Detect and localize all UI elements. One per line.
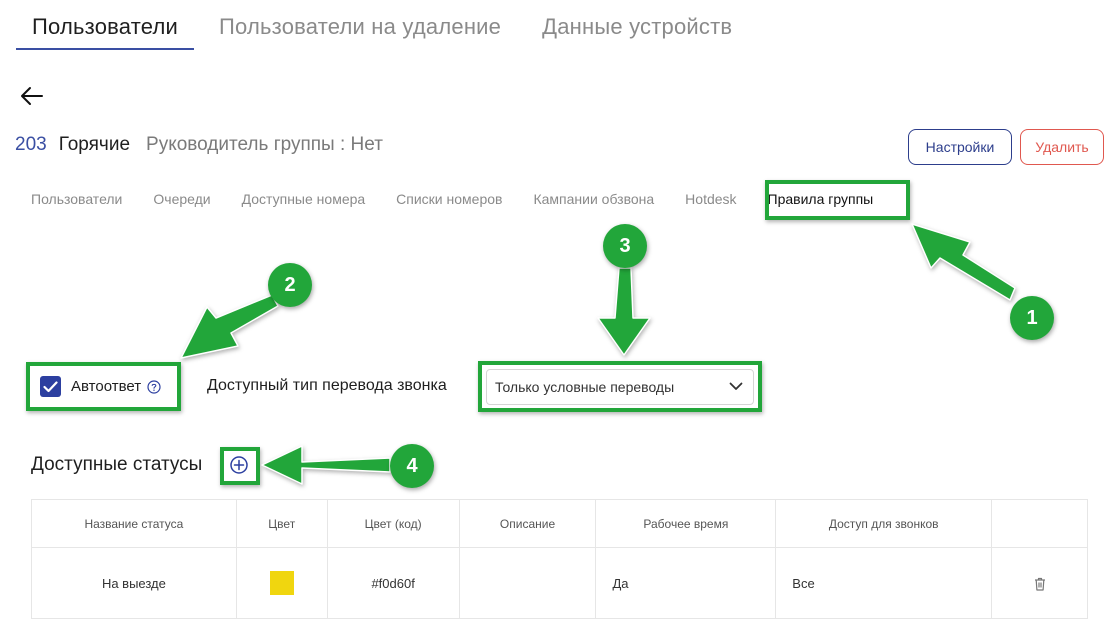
trash-icon[interactable] <box>1034 577 1046 591</box>
checkbox-checked[interactable] <box>40 376 61 397</box>
column-header: Название статуса <box>31 499 237 548</box>
tab-device-data[interactable]: Данные устройств <box>526 14 748 50</box>
annotation-badge-2: 2 <box>268 263 312 307</box>
color-swatch <box>269 571 294 595</box>
column-header: Цвет (код) <box>326 499 460 548</box>
transfer-type-select[interactable]: Только условные переводы <box>486 369 754 405</box>
subtab-users[interactable]: Пользователи <box>31 191 122 207</box>
group-header: 203 Горячие Руководитель группы : Нет <box>15 134 383 156</box>
transfer-type-label: Доступный тип перевода звонка <box>207 377 447 394</box>
group-sub-tabs: Пользователи Очереди Доступные номера Сп… <box>31 191 873 207</box>
subtab-group-rules[interactable]: Правила группы <box>768 191 874 207</box>
column-header: Цвет <box>235 499 328 548</box>
annotation-badge-4: 4 <box>390 444 434 488</box>
table-header-row: Название статуса Цвет Цвет (код) Описани… <box>31 499 1088 548</box>
subtab-dialing-campaigns[interactable]: Кампании обзвона <box>533 191 654 207</box>
back-arrow-icon[interactable] <box>20 85 44 107</box>
settings-button[interactable]: Настройки <box>908 129 1012 165</box>
column-header <box>991 499 1088 548</box>
status-color-code: #f0d60f <box>326 547 460 619</box>
table-row: На выезде #f0d60f Да Все <box>31 547 1088 619</box>
arrow-1 <box>911 223 1016 301</box>
autoanswer-checkbox[interactable]: Автоответ <box>40 376 161 397</box>
top-tabs: Пользователи Пользователи на удаление Да… <box>16 14 757 50</box>
annotation-badge-3: 3 <box>603 224 647 268</box>
arrow-2 <box>180 294 279 359</box>
status-description <box>458 547 597 619</box>
column-header: Описание <box>458 499 597 548</box>
status-actions <box>991 547 1088 619</box>
column-header: Доступ для звонков <box>775 499 993 548</box>
annotation-badge-1: 1 <box>1010 296 1054 340</box>
arrow-3 <box>597 267 651 356</box>
delete-button[interactable]: Удалить <box>1020 129 1104 165</box>
group-id: 203 <box>15 134 47 155</box>
check-icon <box>43 380 58 392</box>
group-leader: Руководитель группы : Нет <box>146 134 383 155</box>
arrow-4 <box>261 445 391 485</box>
status-name: На выезде <box>31 547 237 619</box>
column-header: Рабочее время <box>595 499 777 548</box>
tab-users-for-deletion[interactable]: Пользователи на удаление <box>203 14 517 50</box>
status-work-time: Да <box>595 547 777 619</box>
subtab-available-numbers[interactable]: Доступные номера <box>242 191 366 207</box>
subtab-hotdesk[interactable]: Hotdesk <box>685 191 736 207</box>
help-circle-icon[interactable] <box>147 379 161 394</box>
autoanswer-label: Автоответ <box>71 378 142 395</box>
status-call-access: Все <box>775 547 993 619</box>
transfer-type-value: Только условные переводы <box>495 379 675 395</box>
add-circle-icon[interactable] <box>229 455 249 475</box>
group-name: Горячие <box>58 134 131 155</box>
chevron-down-icon <box>729 382 743 390</box>
statuses-title: Доступные статусы <box>31 454 203 475</box>
statuses-table: Название статуса Цвет Цвет (код) Описани… <box>31 499 1088 619</box>
subtab-number-lists[interactable]: Списки номеров <box>396 191 502 207</box>
status-color-cell <box>235 547 328 619</box>
subtab-queues[interactable]: Очереди <box>153 191 210 207</box>
tab-users[interactable]: Пользователи <box>16 14 194 50</box>
